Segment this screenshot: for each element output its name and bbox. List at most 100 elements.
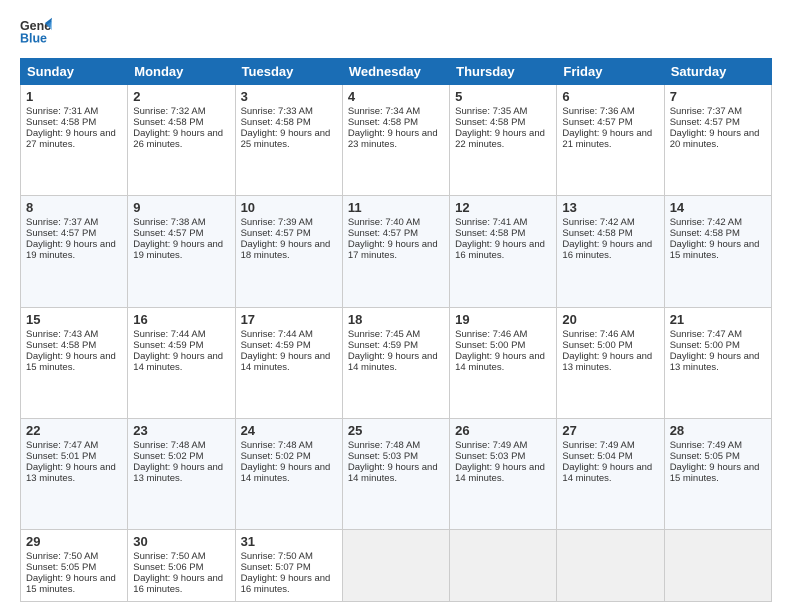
sunrise-text: Sunrise: 7:43 AM (26, 329, 98, 340)
day-number: 5 (455, 89, 551, 104)
sunset-text: Sunset: 4:58 PM (455, 117, 525, 128)
sunset-text: Sunset: 4:59 PM (133, 340, 203, 351)
sunrise-text: Sunrise: 7:46 AM (562, 329, 634, 340)
calendar-cell: 25Sunrise: 7:48 AMSunset: 5:03 PMDayligh… (342, 418, 449, 529)
day-header-saturday: Saturday (664, 59, 771, 85)
sunrise-text: Sunrise: 7:47 AM (26, 440, 98, 451)
sunset-text: Sunset: 5:07 PM (241, 562, 311, 573)
day-header-friday: Friday (557, 59, 664, 85)
sunrise-text: Sunrise: 7:33 AM (241, 106, 313, 117)
sunrise-text: Sunrise: 7:42 AM (670, 217, 742, 228)
sunrise-text: Sunrise: 7:48 AM (241, 440, 313, 451)
day-number: 15 (26, 312, 122, 327)
daylight-text: Daylight: 9 hours and 13 minutes. (670, 351, 760, 373)
sunset-text: Sunset: 4:58 PM (348, 117, 418, 128)
sunrise-text: Sunrise: 7:39 AM (241, 217, 313, 228)
daylight-text: Daylight: 9 hours and 14 minutes. (133, 351, 223, 373)
calendar-cell: 18Sunrise: 7:45 AMSunset: 4:59 PMDayligh… (342, 307, 449, 418)
sunrise-text: Sunrise: 7:47 AM (670, 329, 742, 340)
calendar-cell (450, 530, 557, 602)
day-number: 23 (133, 423, 229, 438)
sunrise-text: Sunrise: 7:32 AM (133, 106, 205, 117)
sunset-text: Sunset: 4:57 PM (133, 228, 203, 239)
daylight-text: Daylight: 9 hours and 14 minutes. (562, 462, 652, 484)
calendar-table: SundayMondayTuesdayWednesdayThursdayFrid… (20, 58, 772, 602)
sunrise-text: Sunrise: 7:50 AM (241, 551, 313, 562)
day-number: 11 (348, 200, 444, 215)
day-number: 19 (455, 312, 551, 327)
calendar-cell: 1Sunrise: 7:31 AMSunset: 4:58 PMDaylight… (21, 85, 128, 196)
calendar-cell: 16Sunrise: 7:44 AMSunset: 4:59 PMDayligh… (128, 307, 235, 418)
day-header-tuesday: Tuesday (235, 59, 342, 85)
sunset-text: Sunset: 5:00 PM (670, 340, 740, 351)
sunrise-text: Sunrise: 7:34 AM (348, 106, 420, 117)
calendar-cell: 6Sunrise: 7:36 AMSunset: 4:57 PMDaylight… (557, 85, 664, 196)
sunrise-text: Sunrise: 7:49 AM (562, 440, 634, 451)
day-number: 1 (26, 89, 122, 104)
calendar-cell: 17Sunrise: 7:44 AMSunset: 4:59 PMDayligh… (235, 307, 342, 418)
daylight-text: Daylight: 9 hours and 15 minutes. (670, 239, 760, 261)
sunset-text: Sunset: 4:57 PM (670, 117, 740, 128)
sunrise-text: Sunrise: 7:45 AM (348, 329, 420, 340)
calendar-cell: 8Sunrise: 7:37 AMSunset: 4:57 PMDaylight… (21, 196, 128, 307)
sunrise-text: Sunrise: 7:48 AM (133, 440, 205, 451)
sunset-text: Sunset: 4:58 PM (26, 117, 96, 128)
day-number: 28 (670, 423, 766, 438)
calendar-cell: 30Sunrise: 7:50 AMSunset: 5:06 PMDayligh… (128, 530, 235, 602)
daylight-text: Daylight: 9 hours and 25 minutes. (241, 128, 331, 150)
sunrise-text: Sunrise: 7:40 AM (348, 217, 420, 228)
calendar-cell: 7Sunrise: 7:37 AMSunset: 4:57 PMDaylight… (664, 85, 771, 196)
day-number: 8 (26, 200, 122, 215)
day-number: 14 (670, 200, 766, 215)
sunset-text: Sunset: 4:59 PM (241, 340, 311, 351)
day-number: 6 (562, 89, 658, 104)
sunset-text: Sunset: 5:05 PM (670, 451, 740, 462)
calendar-cell: 11Sunrise: 7:40 AMSunset: 4:57 PMDayligh… (342, 196, 449, 307)
day-number: 3 (241, 89, 337, 104)
calendar-week-3: 15Sunrise: 7:43 AMSunset: 4:58 PMDayligh… (21, 307, 772, 418)
sunset-text: Sunset: 4:58 PM (670, 228, 740, 239)
calendar-week-4: 22Sunrise: 7:47 AMSunset: 5:01 PMDayligh… (21, 418, 772, 529)
calendar-cell: 2Sunrise: 7:32 AMSunset: 4:58 PMDaylight… (128, 85, 235, 196)
day-number: 7 (670, 89, 766, 104)
sunset-text: Sunset: 5:04 PM (562, 451, 632, 462)
day-number: 25 (348, 423, 444, 438)
sunset-text: Sunset: 4:59 PM (348, 340, 418, 351)
calendar-cell: 10Sunrise: 7:39 AMSunset: 4:57 PMDayligh… (235, 196, 342, 307)
calendar-week-2: 8Sunrise: 7:37 AMSunset: 4:57 PMDaylight… (21, 196, 772, 307)
sunrise-text: Sunrise: 7:48 AM (348, 440, 420, 451)
daylight-text: Daylight: 9 hours and 13 minutes. (133, 462, 223, 484)
sunrise-text: Sunrise: 7:46 AM (455, 329, 527, 340)
sunset-text: Sunset: 5:05 PM (26, 562, 96, 573)
sunset-text: Sunset: 5:00 PM (455, 340, 525, 351)
day-header-thursday: Thursday (450, 59, 557, 85)
daylight-text: Daylight: 9 hours and 22 minutes. (455, 128, 545, 150)
calendar-cell: 29Sunrise: 7:50 AMSunset: 5:05 PMDayligh… (21, 530, 128, 602)
sunrise-text: Sunrise: 7:44 AM (133, 329, 205, 340)
sunset-text: Sunset: 4:58 PM (455, 228, 525, 239)
calendar-week-1: 1Sunrise: 7:31 AMSunset: 4:58 PMDaylight… (21, 85, 772, 196)
day-header-monday: Monday (128, 59, 235, 85)
calendar-cell: 19Sunrise: 7:46 AMSunset: 5:00 PMDayligh… (450, 307, 557, 418)
day-header-sunday: Sunday (21, 59, 128, 85)
daylight-text: Daylight: 9 hours and 20 minutes. (670, 128, 760, 150)
daylight-text: Daylight: 9 hours and 14 minutes. (455, 462, 545, 484)
daylight-text: Daylight: 9 hours and 19 minutes. (133, 239, 223, 261)
day-number: 27 (562, 423, 658, 438)
sunset-text: Sunset: 4:57 PM (241, 228, 311, 239)
sunrise-text: Sunrise: 7:41 AM (455, 217, 527, 228)
daylight-text: Daylight: 9 hours and 15 minutes. (670, 462, 760, 484)
calendar-cell: 23 Sunrise: 7:48 AMSunset: 5:02 PMDayligh… (128, 418, 235, 529)
daylight-text: Daylight: 9 hours and 14 minutes. (241, 462, 331, 484)
calendar-cell: 22Sunrise: 7:47 AMSunset: 5:01 PMDayligh… (21, 418, 128, 529)
sunset-text: Sunset: 5:02 PM (133, 451, 203, 462)
sunrise-text: Sunrise: 7:50 AM (133, 551, 205, 562)
day-number: 24 (241, 423, 337, 438)
sunrise-text: Sunrise: 7:49 AM (670, 440, 742, 451)
sunrise-text: Sunrise: 7:37 AM (26, 217, 98, 228)
calendar-cell: 26Sunrise: 7:49 AMSunset: 5:03 PMDayligh… (450, 418, 557, 529)
daylight-text: Daylight: 9 hours and 15 minutes. (26, 573, 116, 595)
daylight-text: Daylight: 9 hours and 14 minutes. (241, 351, 331, 373)
sunrise-text: Sunrise: 7:49 AM (455, 440, 527, 451)
sunset-text: Sunset: 4:57 PM (562, 117, 632, 128)
